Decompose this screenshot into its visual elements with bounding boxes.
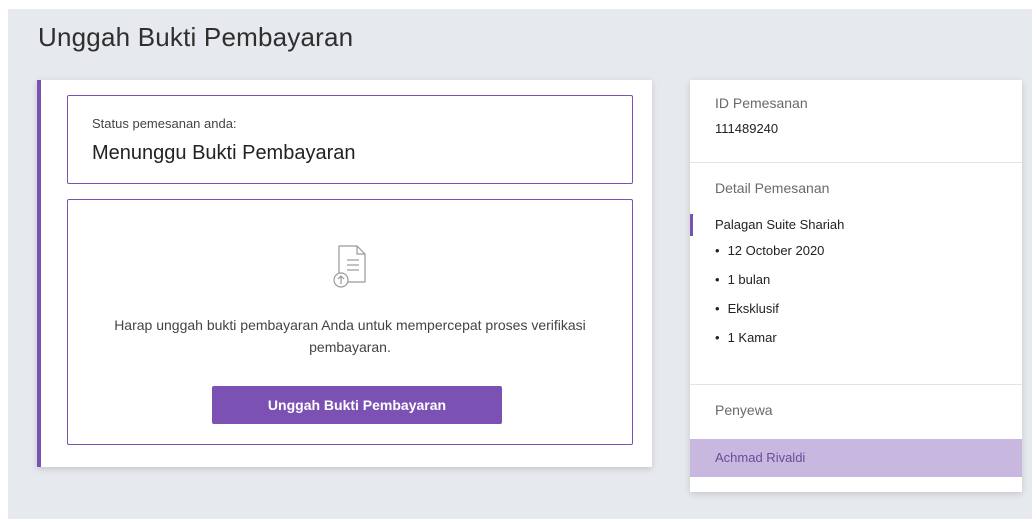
page-title: Unggah Bukti Pembayaran [38,22,354,52]
status-label: Status pemesanan anda: [92,116,237,131]
upload-instructions: Harap unggah bukti pembayaran Anda untuk… [114,317,586,355]
property-accent-bar [690,214,693,236]
upload-box: Harap unggah bukti pembayaran Anda untuk… [67,199,633,445]
order-detail-list: 12 October 2020 1 bulan Eksklusif 1 Kama… [715,242,825,358]
status-value: Menunggu Bukti Pembayaran [92,142,356,164]
divider [690,384,1022,385]
payment-card: Status pemesanan anda: Menunggu Bukti Pe… [37,80,652,467]
upload-proof-button[interactable]: Unggah Bukti Pembayaran [212,386,502,424]
property-name: Palagan Suite Shariah [715,217,845,232]
tenant-row: Achmad Rivaldi [690,439,1022,477]
document-upload-icon [333,245,366,288]
order-summary-card: ID Pemesanan 111489240 Detail Pemesanan … [690,80,1022,492]
detail-duration: 1 bulan [715,271,824,300]
order-detail-label: Detail Pemesanan [715,180,830,196]
tenant-name: Achmad Rivaldi [715,450,806,465]
tenant-label: Penyewa [715,402,773,418]
order-id-value: 111489240 [715,121,779,136]
detail-date: 12 October 2020 [715,242,825,271]
detail-room-type: Eksklusif [715,300,824,329]
order-id-label: ID Pemesanan [715,95,808,111]
detail-room-count: 1 Kamar [715,329,824,358]
order-status-box: Status pemesanan anda: Menunggu Bukti Pe… [67,95,633,184]
divider [690,162,1022,163]
